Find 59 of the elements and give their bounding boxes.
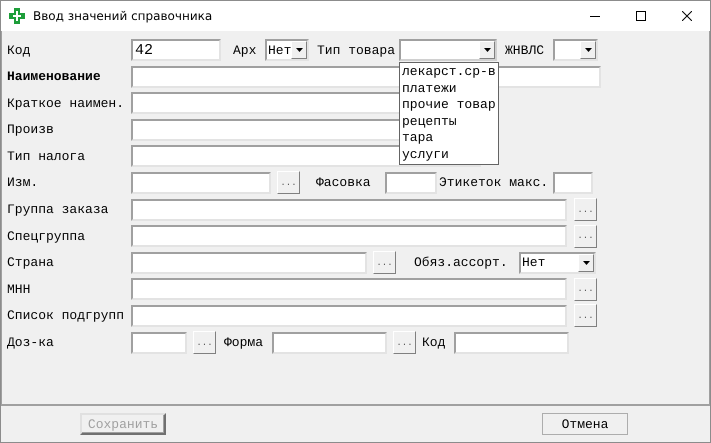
input-field[interactable] — [131, 198, 567, 221]
window-title: Ввод значений справочника — [33, 9, 212, 23]
input-field[interactable] — [131, 332, 187, 354]
browse-button[interactable]: ... — [393, 331, 416, 354]
field-label: МНН — [7, 282, 32, 297]
input-field[interactable] — [131, 225, 567, 248]
field-label: Фасовка — [316, 175, 372, 190]
dropdown[interactable]: Нет — [519, 252, 596, 274]
field-label: Код — [422, 335, 446, 350]
input-field[interactable] — [454, 332, 569, 354]
caret-icon[interactable] — [578, 254, 594, 272]
input-field[interactable] — [131, 278, 567, 300]
list-option[interactable]: платежи — [400, 80, 498, 97]
dropdown[interactable] — [553, 39, 598, 61]
dropdown[interactable] — [399, 39, 497, 61]
field-label: Этикеток макс. — [439, 175, 550, 190]
field-label: Форма — [224, 335, 264, 350]
list-option[interactable]: услуги — [400, 146, 498, 163]
browse-button[interactable]: ... — [574, 304, 597, 328]
input-field[interactable] — [131, 304, 567, 327]
browse-button[interactable]: ... — [574, 198, 597, 222]
list-option[interactable]: лекарст.ср-в — [400, 64, 498, 80]
field-label: Группа заказа — [7, 202, 110, 218]
browse-button[interactable]: ... — [574, 278, 597, 301]
field-label: Произв — [7, 122, 55, 138]
cancel-button[interactable]: Отмена — [542, 413, 628, 435]
caret-icon[interactable] — [291, 41, 307, 59]
dropdown[interactable]: Нет — [265, 39, 309, 61]
input-field[interactable] — [131, 252, 367, 274]
field-label: Краткое наимен. — [7, 96, 126, 111]
input-field[interactable]: 42 — [131, 39, 221, 61]
field-label: ЖНВЛС — [505, 42, 546, 58]
list-option[interactable]: прочие товар — [400, 97, 498, 114]
input-field[interactable] — [131, 172, 271, 194]
field-label: Список подгрупп — [7, 308, 126, 324]
list-option[interactable]: тара — [400, 130, 498, 146]
list-option[interactable]: рецепты — [400, 114, 498, 130]
caret-icon[interactable] — [580, 41, 596, 59]
close-icon[interactable] — [682, 11, 692, 21]
field-label: Обяз.ассорт. — [414, 255, 509, 270]
caret-icon[interactable] — [479, 41, 495, 59]
field-label: Арх — [233, 42, 258, 58]
input-field[interactable] — [385, 172, 437, 194]
input-field[interactable] — [553, 172, 593, 194]
field-label: Тип товара — [317, 42, 396, 58]
browse-button[interactable]: ... — [574, 224, 597, 248]
browse-button[interactable]: ... — [277, 171, 300, 194]
maximize-icon[interactable] — [636, 11, 646, 21]
field-label: Страна — [7, 255, 55, 270]
field-label: Изм. — [7, 175, 40, 190]
field-label: Тип налога — [7, 148, 86, 164]
field-label: Спецгруппа — [7, 228, 86, 244]
input-field[interactable] — [272, 332, 387, 354]
cross-icon — [9, 8, 25, 24]
browse-button[interactable]: ... — [373, 251, 396, 274]
field-label: Код — [7, 42, 32, 58]
field-label: Доз-ка — [7, 335, 55, 350]
field-label: Наименование — [7, 69, 102, 84]
browse-button[interactable]: ... — [193, 331, 216, 354]
